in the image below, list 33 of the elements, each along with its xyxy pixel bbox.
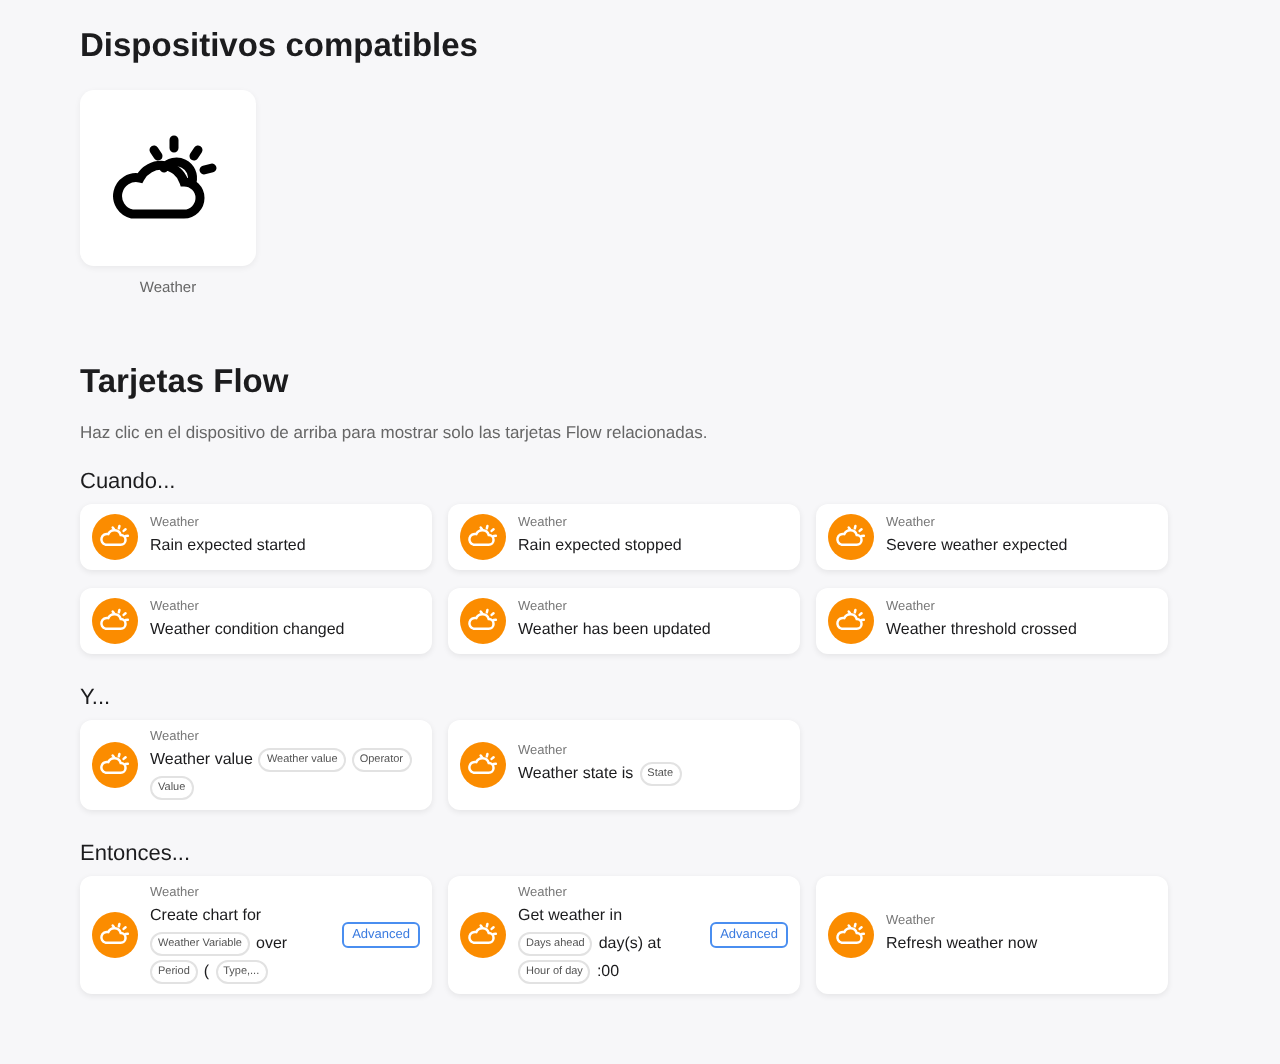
card-text: Rain expected stopped [518, 534, 682, 558]
weather-icon [828, 598, 874, 644]
card-text: Weather threshold crossed [886, 618, 1077, 642]
card-text: over [256, 932, 288, 956]
group-title: Entonces... [80, 842, 193, 866]
group-title: Cuando... [80, 470, 178, 494]
card-text: Create chart for [150, 904, 262, 928]
card-text: day(s) at [598, 932, 661, 956]
weather-icon [460, 514, 506, 560]
card-text: :00 [596, 960, 620, 984]
weather-icon [92, 912, 138, 958]
card-text: Severe weather expected [886, 534, 1068, 558]
weather-icon [460, 912, 506, 958]
group-title: Y... [80, 686, 113, 710]
section-title: Tarjetas Flow [80, 364, 291, 402]
card-text: Weather state is [518, 762, 634, 786]
weather-icon [92, 598, 138, 644]
device-tile[interactable] [80, 90, 256, 266]
weather-icon [92, 514, 138, 560]
hint-text: Haz clic en el dispositivo de arriba para mostrar solo las tarjetas Flow relacionadas. [80, 422, 710, 442]
card-text: Get weather in [518, 904, 623, 928]
card-text: Weather condition changed [150, 618, 345, 642]
card-text: ( [203, 960, 210, 984]
weather-icon [828, 912, 874, 958]
card-text: Weather has been updated [518, 618, 711, 642]
weather-icon [460, 742, 506, 788]
section-title: Dispositivos compatibles [80, 28, 480, 66]
card-text: Refresh weather now [886, 932, 1038, 956]
card-text: Rain expected started [150, 534, 306, 558]
card-text: Weather value [150, 748, 253, 772]
weather-icon [92, 742, 138, 788]
weather-icon [828, 514, 874, 560]
weather-icon [460, 598, 506, 644]
